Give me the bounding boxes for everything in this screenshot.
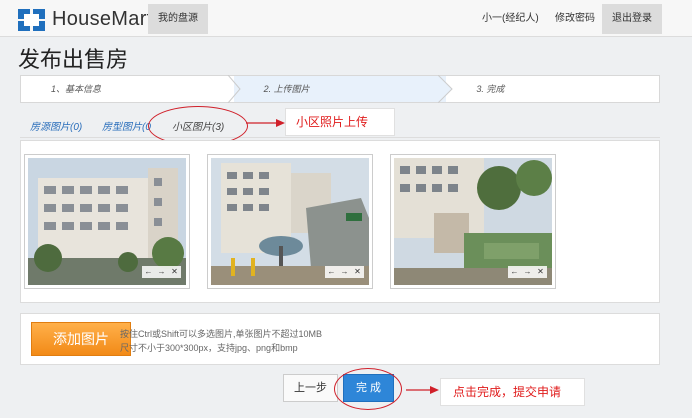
photo-controls: ← → ✕: [508, 266, 547, 278]
move-right-icon[interactable]: →: [521, 266, 534, 278]
photo-controls: ← → ✕: [325, 266, 364, 278]
move-right-icon[interactable]: →: [155, 266, 168, 278]
annotation-arrow-icon: [246, 119, 285, 127]
annotation-callout: 小区照片上传: [285, 108, 395, 136]
move-left-icon[interactable]: ←: [142, 266, 155, 278]
step-label: 1、基本信息: [51, 84, 102, 94]
upload-panel: 添加图片 按住Ctrl或Shift可以多选图片,单张图片不超过10MB 尺寸不小…: [20, 313, 660, 365]
logo[interactable]: HouseMart: [18, 8, 153, 31]
previous-step-button[interactable]: 上一步: [283, 374, 338, 402]
tab-floorplan-photos[interactable]: 房型图片(0: [102, 118, 151, 133]
delete-icon[interactable]: ✕: [351, 266, 364, 278]
move-right-icon[interactable]: →: [338, 266, 351, 278]
annotation-arrow-icon: [406, 386, 439, 394]
annotation-ellipse: [334, 368, 402, 410]
page-title: 发布出售房: [18, 47, 129, 72]
step-separator-icon: [438, 75, 454, 103]
nav-my-listings[interactable]: 我的盘源: [148, 4, 208, 34]
annotation-callout: 点击完成，提交申请: [440, 378, 585, 406]
progress-steps: 1、基本信息 2. 上传图片 3. 完成: [20, 75, 660, 103]
add-photo-button[interactable]: 添加图片: [31, 322, 131, 356]
change-password-link[interactable]: 修改密码: [545, 4, 605, 34]
move-left-icon[interactable]: ←: [508, 266, 521, 278]
tab-listing-photos[interactable]: 房源图片(0): [30, 118, 82, 133]
step-upload-photos: 2. 上传图片: [233, 75, 454, 103]
photo-panel: ← → ✕ ← → ✕ ← → ✕: [20, 140, 660, 303]
step-label: 2. 上传图片: [263, 84, 310, 94]
photo-card[interactable]: ← → ✕: [24, 154, 190, 289]
photo-card[interactable]: ← → ✕: [390, 154, 556, 289]
step-basic-info: 1、基本信息: [21, 75, 241, 103]
step-label: 3. 完成: [476, 84, 505, 94]
top-navigation-bar: HouseMart 我的盘源 小一(经纪人) 修改密码 退出登录: [0, 0, 692, 37]
logo-text: HouseMart: [52, 8, 153, 30]
upload-hint-line-1: 按住Ctrl或Shift可以多选图片,单张图片不超过10MB: [120, 329, 323, 339]
step-complete: 3. 完成: [446, 76, 659, 102]
user-name[interactable]: 小一(经纪人): [472, 4, 549, 34]
upload-hint-line-2: 尺寸不小于300*300px，支持jpg、png和bmp: [120, 343, 298, 353]
delete-icon[interactable]: ✕: [168, 266, 181, 278]
photo-controls: ← → ✕: [142, 266, 181, 278]
tab-divider: [20, 137, 660, 138]
delete-icon[interactable]: ✕: [534, 266, 547, 278]
move-left-icon[interactable]: ←: [325, 266, 338, 278]
photo-card[interactable]: ← → ✕: [207, 154, 373, 289]
logout-button[interactable]: 退出登录: [602, 4, 662, 34]
house-logo-icon: [18, 8, 45, 31]
step-separator-icon: [227, 75, 241, 103]
